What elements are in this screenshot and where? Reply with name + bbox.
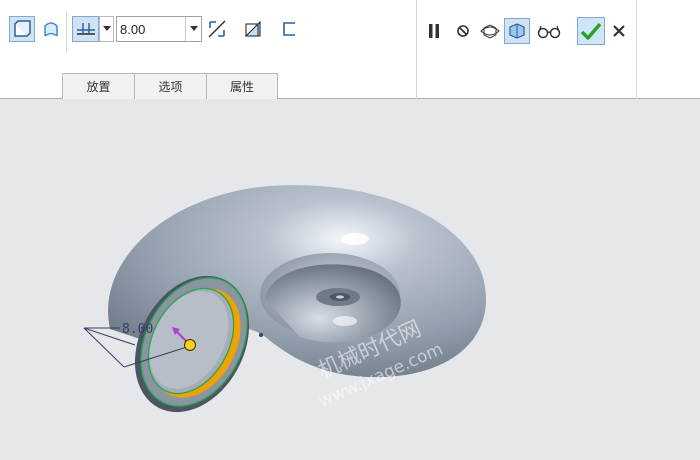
dimension-value-label[interactable]: 8.00 bbox=[122, 322, 153, 337]
model-canvas[interactable]: 8.00 机械时代网 www.jxage.com bbox=[0, 99, 700, 456]
cancel-button[interactable] bbox=[606, 18, 632, 44]
verify-glasses-icon bbox=[537, 25, 561, 39]
geometry-preview-icon bbox=[509, 23, 525, 39]
depth-dropdown-button[interactable] bbox=[185, 17, 201, 41]
tab-options[interactable]: 选项 bbox=[134, 73, 207, 99]
sketch-vertex bbox=[259, 333, 263, 337]
ok-apply-button[interactable] bbox=[577, 17, 605, 45]
solid-button[interactable] bbox=[9, 16, 35, 42]
tab-placement[interactable]: 放置 bbox=[62, 73, 135, 99]
depth-value-combobox[interactable] bbox=[116, 16, 202, 42]
no-preview-icon bbox=[457, 25, 469, 37]
chevron-down-icon bbox=[102, 26, 111, 31]
remove-material-button[interactable] bbox=[240, 16, 266, 42]
thicken-icon bbox=[76, 23, 95, 35]
surface-button[interactable] bbox=[38, 16, 64, 42]
remove-material-icon bbox=[244, 20, 261, 37]
preview-button[interactable] bbox=[477, 18, 503, 44]
verify-button[interactable] bbox=[535, 18, 563, 44]
solid-icon bbox=[14, 20, 31, 37]
close-icon bbox=[613, 25, 625, 37]
pause-button[interactable] bbox=[421, 18, 447, 44]
separator bbox=[416, 0, 417, 99]
flip-direction-button[interactable] bbox=[204, 16, 230, 42]
separator bbox=[636, 0, 637, 99]
chevron-down-icon bbox=[189, 26, 198, 31]
preview-icon bbox=[480, 24, 500, 39]
checkmark-icon bbox=[580, 22, 602, 40]
geometry-preview-button[interactable] bbox=[504, 18, 530, 44]
thin-feature-button[interactable] bbox=[276, 16, 302, 42]
tab-properties[interactable]: 属性 bbox=[206, 73, 278, 99]
depth-value-input[interactable] bbox=[117, 17, 190, 41]
surface-icon bbox=[44, 22, 58, 37]
separator bbox=[66, 12, 67, 52]
flip-direction-icon bbox=[208, 20, 226, 38]
thicken-side-dropdown[interactable] bbox=[99, 16, 114, 42]
no-preview-button[interactable] bbox=[450, 18, 476, 44]
pause-icon bbox=[429, 24, 439, 38]
thin-feature-icon bbox=[283, 22, 295, 36]
thicken-side-button[interactable] bbox=[72, 16, 99, 42]
graphics-viewport[interactable]: 8.00 机械时代网 www.jxage.com bbox=[0, 99, 700, 456]
dashboard-toolbar: 放置 选项 属性 bbox=[0, 0, 700, 99]
